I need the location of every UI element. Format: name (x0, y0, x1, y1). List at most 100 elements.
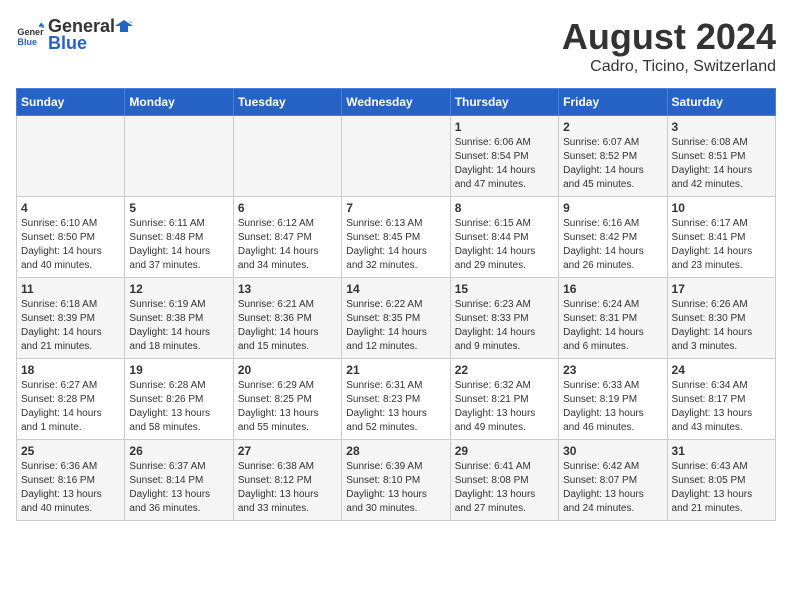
day-info: Sunrise: 6:19 AM Sunset: 8:38 PM Dayligh… (129, 298, 228, 354)
day-info: Sunrise: 6:16 AM Sunset: 8:42 PM Dayligh… (563, 217, 662, 273)
day-number: 4 (21, 201, 120, 215)
day-info: Sunrise: 6:15 AM Sunset: 8:44 PM Dayligh… (455, 217, 554, 273)
calendar-day-cell: 8 Sunrise: 6:15 AM Sunset: 8:44 PM Daylig… (450, 197, 558, 278)
logo-icon: General Blue (16, 21, 44, 49)
day-info: Sunrise: 6:43 AM Sunset: 8:05 PM Dayligh… (672, 460, 771, 516)
calendar-day-cell: 11 Sunrise: 6:18 AM Sunset: 8:39 PM Dayli… (17, 278, 125, 359)
calendar-day-cell: 5 Sunrise: 6:11 AM Sunset: 8:48 PM Daylig… (125, 197, 233, 278)
calendar-day-cell: 10 Sunrise: 6:17 AM Sunset: 8:41 PM Dayli… (667, 197, 775, 278)
day-number: 29 (455, 444, 554, 458)
day-number: 10 (672, 201, 771, 215)
svg-text:Blue: Blue (17, 37, 37, 47)
calendar-day-cell: 13 Sunrise: 6:21 AM Sunset: 8:36 PM Dayli… (233, 278, 341, 359)
day-number: 26 (129, 444, 228, 458)
day-info: Sunrise: 6:12 AM Sunset: 8:47 PM Dayligh… (238, 217, 337, 273)
day-number: 24 (672, 363, 771, 377)
day-number: 17 (672, 282, 771, 296)
day-info: Sunrise: 6:22 AM Sunset: 8:35 PM Dayligh… (346, 298, 445, 354)
day-number: 30 (563, 444, 662, 458)
month-year-title: August 2024 (562, 16, 776, 58)
calendar-day-cell (233, 116, 341, 197)
day-number: 27 (238, 444, 337, 458)
col-monday: Monday (125, 89, 233, 116)
calendar-day-cell: 27Sunrise: 6:38 AM Sunset: 8:12 PM Dayli… (233, 440, 341, 521)
day-info: Sunrise: 6:34 AM Sunset: 8:17 PM Dayligh… (672, 379, 771, 435)
calendar-day-cell: 9Sunrise: 6:16 AM Sunset: 8:42 PM Daylig… (559, 197, 667, 278)
calendar-day-cell: 23 Sunrise: 6:33 AM Sunset: 8:19 PM Dayli… (559, 359, 667, 440)
calendar-day-cell (125, 116, 233, 197)
day-info: Sunrise: 6:29 AM Sunset: 8:25 PM Dayligh… (238, 379, 337, 435)
calendar-day-cell: 16Sunrise: 6:24 AM Sunset: 8:31 PM Dayli… (559, 278, 667, 359)
calendar-day-cell: 14 Sunrise: 6:22 AM Sunset: 8:35 PM Dayli… (342, 278, 450, 359)
header: General Blue General Blue August 2024 Ca… (16, 16, 776, 76)
day-number: 12 (129, 282, 228, 296)
day-number: 5 (129, 201, 228, 215)
calendar-header-row: Sunday Monday Tuesday Wednesday Thursday… (17, 89, 776, 116)
day-info: Sunrise: 6:07 AM Sunset: 8:52 PM Dayligh… (563, 136, 662, 192)
calendar-day-cell: 4Sunrise: 6:10 AM Sunset: 8:50 PM Daylig… (17, 197, 125, 278)
calendar-day-cell (17, 116, 125, 197)
day-number: 28 (346, 444, 445, 458)
day-number: 18 (21, 363, 120, 377)
col-saturday: Saturday (667, 89, 775, 116)
calendar-day-cell: 26 Sunrise: 6:37 AM Sunset: 8:14 PM Dayli… (125, 440, 233, 521)
day-number: 20 (238, 363, 337, 377)
day-number: 2 (563, 120, 662, 134)
day-info: Sunrise: 6:28 AM Sunset: 8:26 PM Dayligh… (129, 379, 228, 435)
day-info: Sunrise: 6:42 AM Sunset: 8:07 PM Dayligh… (563, 460, 662, 516)
day-number: 19 (129, 363, 228, 377)
calendar-week-row: 4Sunrise: 6:10 AM Sunset: 8:50 PM Daylig… (17, 197, 776, 278)
day-info: Sunrise: 6:06 AM Sunset: 8:54 PM Dayligh… (455, 136, 554, 192)
day-info: Sunrise: 6:18 AM Sunset: 8:39 PM Dayligh… (21, 298, 120, 354)
day-number: 8 (455, 201, 554, 215)
day-number: 11 (21, 282, 120, 296)
day-number: 14 (346, 282, 445, 296)
day-number: 23 (563, 363, 662, 377)
day-number: 1 (455, 120, 554, 134)
calendar-day-cell: 25Sunrise: 6:36 AM Sunset: 8:16 PM Dayli… (17, 440, 125, 521)
day-info: Sunrise: 6:26 AM Sunset: 8:30 PM Dayligh… (672, 298, 771, 354)
day-info: Sunrise: 6:37 AM Sunset: 8:14 PM Dayligh… (129, 460, 228, 516)
day-number: 3 (672, 120, 771, 134)
svg-text:General: General (17, 27, 44, 37)
logo-bird-icon (115, 18, 133, 36)
day-info: Sunrise: 6:36 AM Sunset: 8:16 PM Dayligh… (21, 460, 120, 516)
day-number: 31 (672, 444, 771, 458)
calendar-day-cell: 12 Sunrise: 6:19 AM Sunset: 8:38 PM Dayli… (125, 278, 233, 359)
calendar-day-cell: 2 Sunrise: 6:07 AM Sunset: 8:52 PM Daylig… (559, 116, 667, 197)
calendar-day-cell: 3Sunrise: 6:08 AM Sunset: 8:51 PM Daylig… (667, 116, 775, 197)
day-info: Sunrise: 6:27 AM Sunset: 8:28 PM Dayligh… (21, 379, 120, 435)
day-number: 22 (455, 363, 554, 377)
calendar-day-cell: 22 Sunrise: 6:32 AM Sunset: 8:21 PM Dayli… (450, 359, 558, 440)
calendar-week-row: 18 Sunrise: 6:27 AM Sunset: 8:28 PM Dayli… (17, 359, 776, 440)
calendar-week-row: 1 Sunrise: 6:06 AM Sunset: 8:54 PM Daylig… (17, 116, 776, 197)
col-thursday: Thursday (450, 89, 558, 116)
col-sunday: Sunday (17, 89, 125, 116)
day-info: Sunrise: 6:31 AM Sunset: 8:23 PM Dayligh… (346, 379, 445, 435)
day-info: Sunrise: 6:11 AM Sunset: 8:48 PM Dayligh… (129, 217, 228, 273)
calendar-day-cell: 29 Sunrise: 6:41 AM Sunset: 8:08 PM Dayli… (450, 440, 558, 521)
day-number: 7 (346, 201, 445, 215)
day-info: Sunrise: 6:41 AM Sunset: 8:08 PM Dayligh… (455, 460, 554, 516)
col-tuesday: Tuesday (233, 89, 341, 116)
day-number: 13 (238, 282, 337, 296)
day-info: Sunrise: 6:21 AM Sunset: 8:36 PM Dayligh… (238, 298, 337, 354)
day-info: Sunrise: 6:32 AM Sunset: 8:21 PM Dayligh… (455, 379, 554, 435)
calendar-week-row: 25Sunrise: 6:36 AM Sunset: 8:16 PM Dayli… (17, 440, 776, 521)
day-number: 16 (563, 282, 662, 296)
day-info: Sunrise: 6:17 AM Sunset: 8:41 PM Dayligh… (672, 217, 771, 273)
day-number: 6 (238, 201, 337, 215)
calendar-day-cell (342, 116, 450, 197)
calendar-day-cell: 1 Sunrise: 6:06 AM Sunset: 8:54 PM Daylig… (450, 116, 558, 197)
col-wednesday: Wednesday (342, 89, 450, 116)
title-area: August 2024 Cadro, Ticino, Switzerland (562, 16, 776, 76)
calendar-day-cell: 21Sunrise: 6:31 AM Sunset: 8:23 PM Dayli… (342, 359, 450, 440)
calendar-day-cell: 28Sunrise: 6:39 AM Sunset: 8:10 PM Dayli… (342, 440, 450, 521)
location-subtitle: Cadro, Ticino, Switzerland (562, 58, 776, 76)
day-info: Sunrise: 6:33 AM Sunset: 8:19 PM Dayligh… (563, 379, 662, 435)
calendar-day-cell: 18 Sunrise: 6:27 AM Sunset: 8:28 PM Dayli… (17, 359, 125, 440)
calendar-day-cell: 6 Sunrise: 6:12 AM Sunset: 8:47 PM Daylig… (233, 197, 341, 278)
calendar-week-row: 11 Sunrise: 6:18 AM Sunset: 8:39 PM Dayli… (17, 278, 776, 359)
calendar-day-cell: 20 Sunrise: 6:29 AM Sunset: 8:25 PM Dayli… (233, 359, 341, 440)
calendar-day-cell: 31 Sunrise: 6:43 AM Sunset: 8:05 PM Dayli… (667, 440, 775, 521)
